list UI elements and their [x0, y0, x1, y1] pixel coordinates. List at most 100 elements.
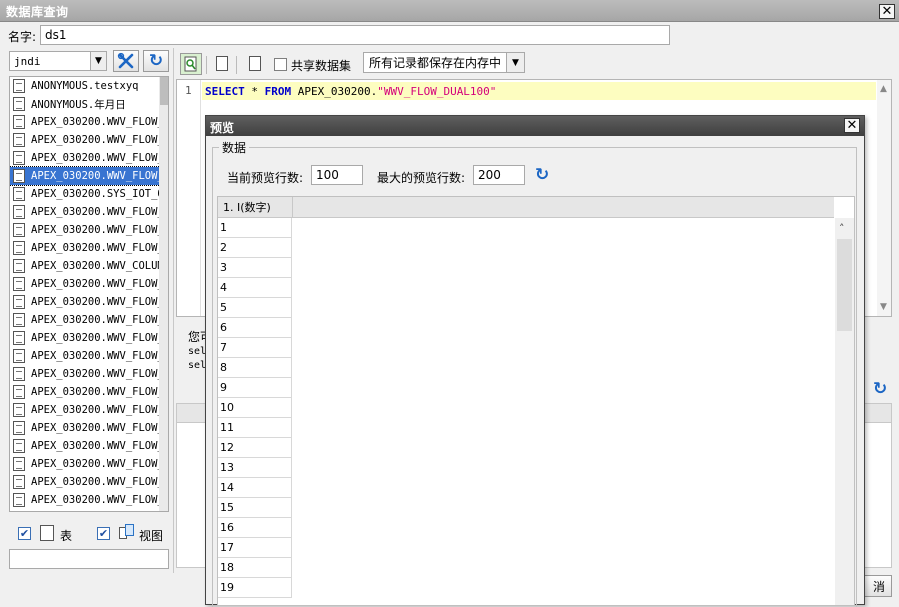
- scroll-up-icon[interactable]: ▲: [880, 84, 887, 94]
- chevron-up-icon[interactable]: ˄: [839, 222, 845, 235]
- grid-header-row: [218, 197, 834, 218]
- grid-cell[interactable]: 4: [218, 278, 292, 298]
- grid-cell[interactable]: 13: [218, 458, 292, 478]
- grid-cell[interactable]: 11: [218, 418, 292, 438]
- table-tree[interactable]: ANONYMOUS.testxyq ANONYMOUS.年月日 APEX_03020…: [9, 76, 169, 512]
- grid-cell[interactable]: 6: [218, 318, 292, 338]
- sql-keyword-from: FROM: [264, 84, 292, 98]
- grid-cell[interactable]: 14: [218, 478, 292, 498]
- current-rows-input[interactable]: 100: [311, 165, 363, 185]
- tree-item[interactable]: ANONYMOUS.年月日: [10, 95, 168, 113]
- max-rows-input[interactable]: 200: [473, 165, 525, 185]
- tree-item[interactable]: APEX_030200.WWV_FLOW_1: [10, 311, 169, 329]
- preview-titlebar: 预览 ✕: [206, 116, 864, 136]
- connection-select[interactable]: jndi ▼: [9, 51, 107, 71]
- connection-settings-button[interactable]: [113, 50, 139, 72]
- window-title: 数据库查询: [6, 5, 69, 19]
- grid-scrollbar[interactable]: ˄: [835, 218, 854, 605]
- column-header[interactable]: 1. I(数字): [218, 197, 293, 218]
- table-doc-icon: [13, 475, 25, 489]
- table-filter-checkbox[interactable]: ✔: [18, 527, 31, 540]
- view-filter-label: 视图: [139, 529, 164, 543]
- tree-item-label: APEX_030200.WWV_COLUM: [31, 260, 164, 272]
- new-query-icon[interactable]: [216, 56, 228, 71]
- tree-item-label: APEX_030200.WWV_FLOW_1: [31, 458, 169, 470]
- table-doc-icon: [13, 313, 25, 327]
- tree-item[interactable]: APEX_030200.WWV_FLOW_1: [10, 401, 168, 419]
- scroll-down-icon[interactable]: ▼: [880, 302, 887, 312]
- tree-item[interactable]: APEX_030200.WWV_FLOW_1: [10, 239, 169, 257]
- grid-cell[interactable]: 10: [218, 398, 292, 418]
- tree-item[interactable]: APEX_030200.WWV_FLOW_1: [10, 293, 168, 311]
- grid-rows: 1 2 3 4 5 6 7 8 9 10 11 12 13 14 15 16 17 18 19: [218, 218, 294, 605]
- tree-item[interactable]: ANONYMOUS.testxyq: [10, 77, 168, 95]
- tree-item[interactable]: APEX_030200.WWV_FLOW_1: [10, 365, 168, 383]
- grid-cell[interactable]: 16: [218, 518, 292, 538]
- preview-button[interactable]: [180, 53, 202, 75]
- grid-cell[interactable]: 12: [218, 438, 292, 458]
- table-filter-label: 表: [60, 529, 73, 543]
- tree-item[interactable]: APEX_030200.WWV_FLOW_: [10, 329, 168, 347]
- grid-cell[interactable]: 15: [218, 498, 292, 518]
- chevron-down-icon[interactable]: ▼: [506, 53, 524, 72]
- grid-cell[interactable]: 19: [218, 578, 292, 598]
- name-input[interactable]: ds1: [40, 25, 670, 45]
- preview-grid[interactable]: 1. I(数字) 1 2 3 4 5 6 7 8 9 10 11 12 13 14 15 16 17 18 19 ˄: [217, 196, 855, 606]
- tree-scrollbar[interactable]: [159, 77, 168, 511]
- grid-cell[interactable]: 2: [218, 238, 292, 258]
- shared-dataset-checkbox[interactable]: [274, 58, 287, 71]
- tree-item[interactable]: APEX_030200.WWV_FLOW_(: [10, 275, 169, 293]
- tree-item-label: APEX_030200.WWV_FLOW_1: [31, 314, 169, 326]
- storage-mode-value: 所有记录都保存在内存中: [369, 56, 502, 70]
- tree-item[interactable]: APEX_030200.WWV_FLOW_1: [10, 455, 169, 473]
- tree-item-label: APEX_030200.WWV_FLOW_1: [31, 242, 169, 254]
- tree-item-label: APEX_030200.WWV_FLOW_1: [31, 494, 169, 506]
- grid-cell[interactable]: 7: [218, 338, 292, 358]
- grid-cell[interactable]: 8: [218, 358, 292, 378]
- grid-cell[interactable]: 18: [218, 558, 292, 578]
- preview-refresh-button[interactable]: ↻: [535, 167, 549, 184]
- tree-item[interactable]: APEX_030200.WWV_FLOW_1: [10, 491, 169, 509]
- preview-title: 预览: [210, 121, 235, 135]
- tree-item[interactable]: APEX_030200.WWV_FLOW_(: [10, 473, 169, 491]
- tree-item[interactable]: APEX_030200.WWV_FLOW_1: [10, 166, 168, 186]
- tree-item[interactable]: APEX_030200.WWV FLOW :: [10, 509, 168, 511]
- storage-mode-select[interactable]: 所有记录都保存在内存中 ▼: [363, 52, 525, 73]
- refresh-pane-button[interactable]: ↻: [873, 381, 887, 398]
- tree-item-label: APEX_030200.WWV_FLOW_(: [31, 476, 169, 488]
- grid-cell[interactable]: 1: [218, 218, 292, 238]
- tree-item[interactable]: APEX_030200.WWV_FLOW_1: [10, 383, 168, 401]
- tree-item-label: ANONYMOUS.年月日: [31, 98, 126, 111]
- tree-search-input[interactable]: [9, 549, 169, 569]
- tree-scrollbar-thumb[interactable]: [160, 77, 168, 105]
- grid-cell[interactable]: 5: [218, 298, 292, 318]
- tree-item[interactable]: APEX_030200.WWV_COLUM: [10, 257, 168, 275]
- grid-cell[interactable]: 3: [218, 258, 292, 278]
- editor-scrollbar[interactable]: ▲ ▼: [877, 80, 891, 316]
- sql-line-1[interactable]: SELECT * FROM APEX_030200. "WWV_FLOW_DUAL…: [202, 82, 876, 100]
- grid-cell[interactable]: 9: [218, 378, 292, 398]
- tree-item[interactable]: APEX_030200.WWV_FLOW_.: [10, 149, 168, 167]
- tree-item-label: APEX_030200.WWV_FLOW_(: [31, 278, 169, 290]
- grid-cell[interactable]: 17: [218, 538, 292, 558]
- table-doc-icon: [13, 277, 25, 291]
- tree-item[interactable]: APEX_030200.WWV_FLOW_1: [10, 347, 168, 365]
- max-rows-label: 最大的预览行数:: [377, 171, 466, 185]
- refresh-tree-button[interactable]: ↻: [143, 50, 169, 72]
- tree-item[interactable]: APEX_030200.WWV_FLOW_1: [10, 419, 168, 437]
- window-close-button[interactable]: ✕: [879, 4, 895, 19]
- view-filter-checkbox[interactable]: ✔: [97, 527, 110, 540]
- name-input-value: ds1: [45, 28, 67, 42]
- tree-item-label: ANONYMOUS.testxyq: [31, 80, 139, 92]
- tree-item[interactable]: APEX_030200.WWV_FLOW_1: [10, 437, 168, 455]
- tree-item[interactable]: APEX_030200.WWV_FLOW_1: [10, 221, 168, 239]
- table-doc-icon: [13, 403, 25, 417]
- chevron-down-icon[interactable]: ▼: [90, 52, 106, 70]
- tree-item[interactable]: APEX_030200.WWV_FLOW_.: [10, 131, 168, 149]
- document-icon[interactable]: [249, 56, 261, 71]
- preview-close-button[interactable]: ✕: [844, 118, 860, 133]
- tree-item[interactable]: APEX_030200.WWV_FLOW_(: [10, 203, 168, 221]
- tree-item[interactable]: APEX_030200.SYS_IOT_O': [10, 185, 168, 203]
- grid-scrollbar-thumb[interactable]: [837, 239, 852, 331]
- tree-item[interactable]: APEX_030200.WWV_FLOW_(: [10, 113, 168, 131]
